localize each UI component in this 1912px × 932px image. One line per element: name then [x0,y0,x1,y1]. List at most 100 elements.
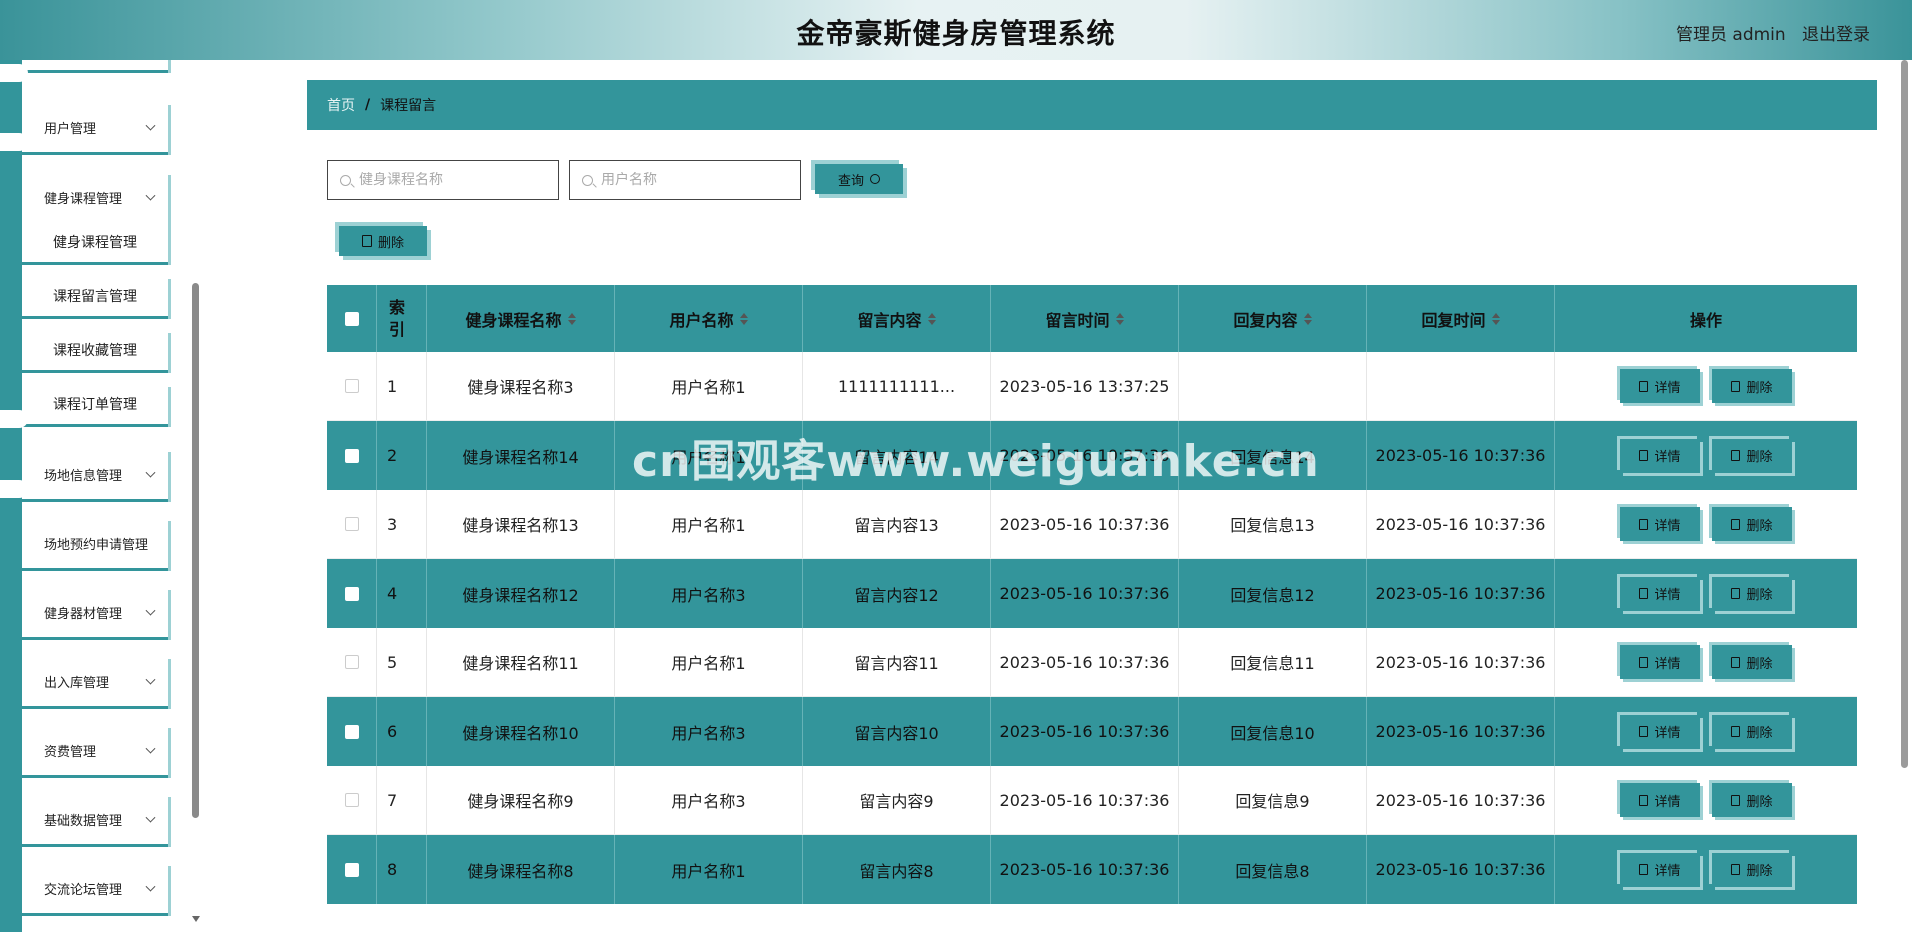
page-scrollbar[interactable] [1901,60,1908,768]
detail-button[interactable]: 详情 [1620,507,1700,541]
sidebar-scrollbar[interactable] [192,283,199,818]
chevron-down-icon [145,881,156,892]
row-checkbox-cell[interactable] [327,697,377,766]
sidebar-item-3[interactable]: 课程留言管理 [22,276,168,316]
user-name-search-field[interactable] [569,160,801,200]
sidebar-item-1[interactable]: 健身课程管理 [22,172,168,222]
header-course[interactable]: 健身课程名称 [427,285,615,352]
header-time[interactable]: 留言时间 [991,285,1179,352]
table-row[interactable]: 5 健身课程名称11 用户名称1 留言内容11 2023-05-16 10:37:36 回… [327,628,1857,697]
row-checkbox-cell[interactable] [327,628,377,696]
sort-icon[interactable] [567,312,576,325]
user-name-input[interactable] [601,172,781,188]
table-row[interactable]: 4 健身课程名称12 用户名称3 留言内容12 2023-05-16 10:37:36 回… [327,559,1857,628]
sort-icon[interactable] [1303,312,1312,325]
chevron-down-icon [145,467,156,478]
sidebar-item-6[interactable]: 场地信息管理 [22,449,168,499]
row-actions[interactable]: 详情 删除 [1555,421,1857,490]
cell-reply: 回复信息13 [1179,490,1367,558]
row-checkbox[interactable] [344,793,359,807]
batch-delete-button[interactable]: 删除 [339,226,427,256]
breadcrumb-home[interactable]: 首页 [327,95,355,115]
row-checkbox[interactable] [344,517,359,531]
delete-button[interactable]: 删除 [1712,438,1792,473]
detail-button[interactable]: 详情 [1620,369,1700,403]
row-checkbox-cell[interactable] [327,352,377,420]
sidebar-item-8[interactable]: 健身器材管理 [22,587,168,637]
row-checkbox[interactable] [344,379,359,393]
detail-label: 详情 [1654,518,1681,534]
delete-button[interactable]: 删除 [1712,714,1792,749]
delete-button[interactable]: 删除 [1712,852,1792,887]
row-checkbox[interactable] [344,724,359,739]
delete-button[interactable]: 删除 [1712,507,1792,541]
header-index: 索引 [377,285,427,352]
detail-button[interactable]: 详情 [1620,576,1700,611]
row-actions[interactable]: 详情 删除 [1555,766,1857,834]
detail-button[interactable]: 详情 [1620,852,1700,887]
table-row[interactable]: 3 健身课程名称13 用户名称1 留言内容13 2023-05-16 10:37:36 回… [327,490,1857,559]
sidebar-item-10[interactable]: 资费管理 [22,725,168,775]
sort-icon[interactable] [1115,312,1124,325]
header-reply-time[interactable]: 回复时间 [1367,285,1555,352]
row-checkbox[interactable] [344,586,359,601]
sidebar-item-5[interactable]: 课程订单管理 [22,384,168,424]
sort-icon[interactable] [927,312,936,325]
delete-button[interactable]: 删除 [1712,576,1792,611]
row-actions[interactable]: 详情 删除 [1555,490,1857,558]
delete-button[interactable]: 删除 [1712,783,1792,817]
row-actions[interactable]: 详情 删除 [1555,835,1857,904]
header-user[interactable]: 用户名称 [615,285,803,352]
query-button[interactable]: 查询 [815,164,903,194]
cell-content-text: 留言内容9 [859,792,934,811]
detail-button[interactable]: 详情 [1620,438,1700,473]
sidebar-item-11[interactable]: 基础数据管理 [22,794,168,844]
sidebar-item-4[interactable]: 课程收藏管理 [22,330,168,370]
row-actions[interactable]: 详情 删除 [1555,628,1857,696]
delete-button[interactable]: 删除 [1712,369,1792,403]
cell-time: 2023-05-16 10:37:36 [991,421,1179,490]
cell-course: 健身课程名称10 [427,697,615,766]
row-actions[interactable]: 详情 删除 [1555,697,1857,766]
header-content[interactable]: 留言内容 [803,285,991,352]
row-checkbox[interactable] [344,448,359,463]
cell-index: 8 [377,835,427,904]
delete-label: 删除 [1746,450,1773,465]
select-all-checkbox[interactable] [344,311,359,326]
table-row[interactable]: 8 健身课程名称8 用户名称1 留言内容8 2023-05-16 10:37:36 回复信… [327,835,1857,904]
row-checkbox-cell[interactable] [327,559,377,628]
course-name-search-field[interactable] [327,160,559,200]
delete-button[interactable]: 删除 [1712,645,1792,679]
table-row[interactable]: 2 健身课程名称14 用户名称1 留言内容14 2023-05-16 10:37:36 回… [327,421,1857,490]
sort-icon[interactable] [739,312,748,325]
row-checkbox-cell[interactable] [327,490,377,558]
scroll-down-arrow-icon[interactable] [192,916,200,922]
sidebar-item-top-partial[interactable] [22,60,168,70]
table-row[interactable]: 1 健身课程名称3 用户名称1 1111111111... 2023-05-16 13:… [327,352,1857,421]
delete-label: 删除 [1746,588,1773,603]
table-row[interactable]: 7 健身课程名称9 用户名称3 留言内容9 2023-05-16 10:37:36 回复信… [327,766,1857,835]
row-checkbox[interactable] [344,862,359,877]
logout-link[interactable]: 退出登录 [1802,20,1870,45]
row-checkbox-cell[interactable] [327,766,377,834]
sidebar-item-9[interactable]: 出入库管理 [22,656,168,706]
header-checkbox-cell[interactable] [327,285,377,352]
sidebar-item-12[interactable]: 交流论坛管理 [22,863,168,913]
course-name-input[interactable] [359,172,539,188]
sidebar-item-0[interactable]: 用户管理 [22,102,168,152]
sidebar-item-7[interactable]: 场地预约申请管理 [22,518,168,568]
sort-icon[interactable] [1491,312,1500,325]
header-reply[interactable]: 回复内容 [1179,285,1367,352]
table-row[interactable]: 6 健身课程名称10 用户名称3 留言内容10 2023-05-16 10:37:36 回… [327,697,1857,766]
row-checkbox-cell[interactable] [327,835,377,904]
row-checkbox[interactable] [344,655,359,669]
row-actions[interactable]: 详情 删除 [1555,352,1857,420]
sidebar-item-2[interactable]: 健身课程管理 [22,222,168,262]
row-checkbox-cell[interactable] [327,421,377,490]
detail-button[interactable]: 详情 [1620,645,1700,679]
chevron-down-icon [145,605,156,616]
detail-button[interactable]: 详情 [1620,714,1700,749]
row-actions[interactable]: 详情 删除 [1555,559,1857,628]
detail-button[interactable]: 详情 [1620,783,1700,817]
cell-content-text: 留言内容13 [854,516,939,535]
